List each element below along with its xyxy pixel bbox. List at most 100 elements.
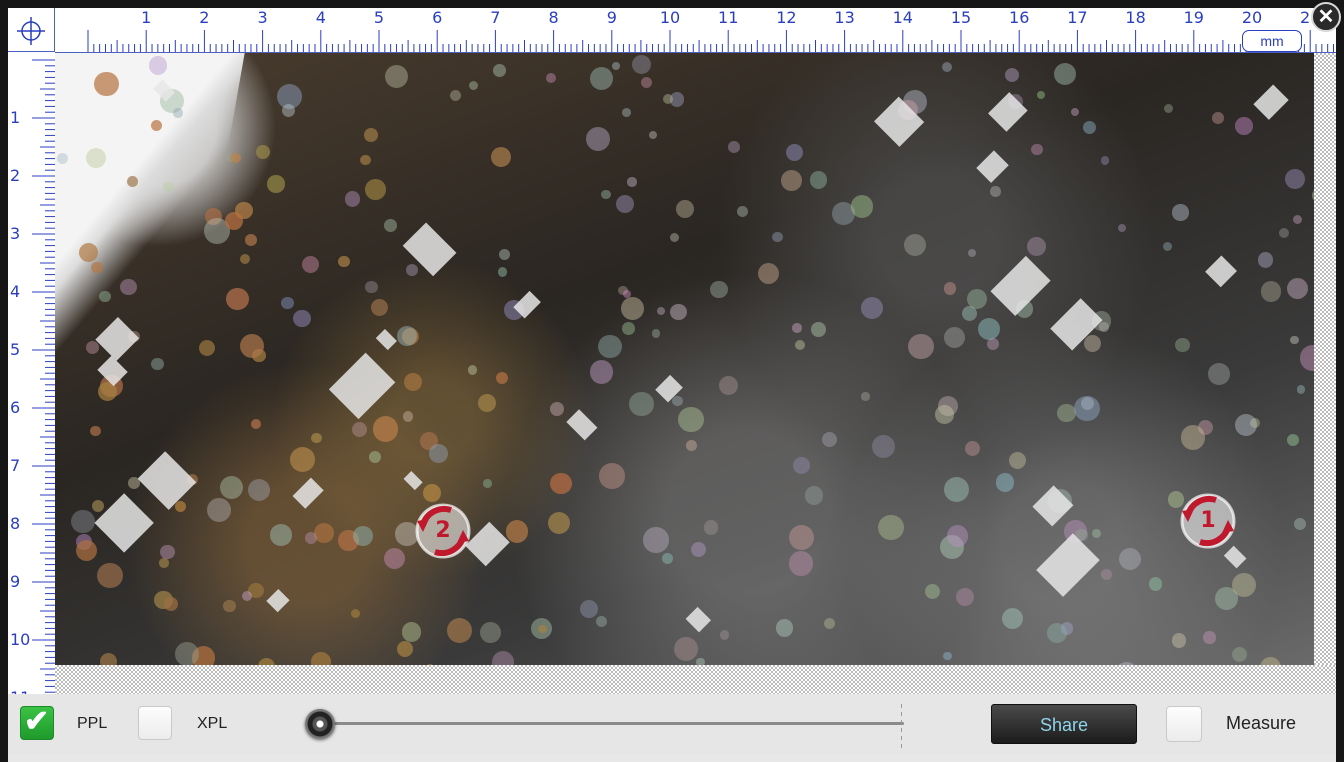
mineral-grain xyxy=(468,81,478,91)
mineral-grain xyxy=(267,175,285,193)
mineral-grain xyxy=(1148,577,1162,591)
mineral-grain xyxy=(383,548,405,570)
mineral-grain xyxy=(406,264,419,277)
close-icon: ✕ xyxy=(1317,6,1335,28)
mineral-grain xyxy=(599,463,625,489)
mineral-grain xyxy=(670,303,687,321)
close-button[interactable]: ✕ xyxy=(1311,2,1341,32)
mineral-grain xyxy=(788,524,815,551)
crystal xyxy=(1035,532,1100,597)
mineral-grain xyxy=(1119,547,1142,571)
xpl-checkbox[interactable] xyxy=(138,706,172,740)
mineral-grain xyxy=(1287,277,1309,299)
mineral-grain xyxy=(1284,168,1305,189)
mineral-grain xyxy=(1008,451,1027,470)
mineral-grain xyxy=(1070,107,1079,117)
ppl-checkbox[interactable]: ✔ xyxy=(20,705,54,740)
mineral-grain xyxy=(1047,623,1068,644)
mineral-grain xyxy=(1004,68,1020,83)
mineral-grain xyxy=(351,608,361,618)
ruler-label-x: 13 xyxy=(834,8,855,27)
mineral-grain xyxy=(943,477,969,503)
crystal xyxy=(685,607,711,632)
marker-number: 2 xyxy=(435,518,451,543)
mineral-grain xyxy=(397,640,414,657)
mineral-grain xyxy=(1260,281,1282,303)
mineral-grain xyxy=(224,211,244,231)
mineral-grain xyxy=(499,249,510,261)
mineral-grain xyxy=(90,425,101,437)
mineral-grain xyxy=(589,67,613,91)
mineral-grain xyxy=(793,457,811,475)
mineral-grain xyxy=(1180,425,1206,450)
marker-number: 1 xyxy=(1200,508,1216,533)
mineral-grain xyxy=(384,64,408,88)
mineral-grain xyxy=(686,440,697,451)
mineral-grain xyxy=(538,624,547,633)
mineral-grain xyxy=(1001,607,1023,629)
mineral-grain xyxy=(1234,413,1257,436)
ruler-label-x: 15 xyxy=(950,8,972,27)
ruler-label-x: 19 xyxy=(1183,8,1204,27)
xpl-label: XPL xyxy=(197,715,228,732)
mineral-grain xyxy=(1212,112,1224,124)
mineral-grain xyxy=(401,622,422,642)
ruler-label-x: 9 xyxy=(606,8,617,27)
unit-badge[interactable]: mm xyxy=(1242,30,1302,52)
mineral-grain xyxy=(977,317,1000,340)
mineral-grain xyxy=(990,186,1001,198)
mineral-grain xyxy=(490,146,512,167)
mineral-grain xyxy=(622,321,636,335)
mineral-grain xyxy=(643,527,669,553)
mineral-grain xyxy=(352,422,368,438)
viewer-panel: 12345678910111213141516171819202122 mm 1… xyxy=(8,8,1336,762)
rotation-slider-track[interactable] xyxy=(308,722,904,725)
ruler-label-x: 18 xyxy=(1125,8,1146,27)
mineral-grain xyxy=(718,375,738,395)
thin-section-image[interactable]: 1 2 xyxy=(55,53,1314,665)
mineral-grain xyxy=(429,443,448,463)
mineral-grain xyxy=(244,233,257,246)
mineral-grain xyxy=(372,415,399,442)
crystal xyxy=(990,256,1051,317)
mineral-grain xyxy=(995,473,1015,492)
mineral-grain xyxy=(1203,631,1216,644)
rotation-marker-2[interactable]: 2 xyxy=(411,499,475,563)
rotation-marker-1[interactable]: 1 xyxy=(1176,489,1240,553)
mineral-grain xyxy=(384,219,397,232)
mineral-grain xyxy=(943,327,966,349)
rotation-slider-thumb[interactable] xyxy=(305,709,335,739)
mineral-grain xyxy=(242,590,253,601)
mineral-grain xyxy=(223,599,236,612)
mineral-grain xyxy=(293,309,312,328)
share-button[interactable]: Share xyxy=(991,704,1137,744)
mineral-grain xyxy=(493,64,506,77)
ppl-label: PPL xyxy=(77,715,108,732)
mineral-grain xyxy=(1293,214,1303,225)
mineral-grain xyxy=(477,393,496,412)
mineral-grain xyxy=(495,372,508,385)
mineral-grain xyxy=(589,359,614,384)
ruler-label-x: 1 xyxy=(141,8,152,27)
mineral-grain xyxy=(370,299,388,317)
mineral-grain xyxy=(672,396,683,407)
mineral-grain xyxy=(163,596,178,611)
mineral-grain xyxy=(674,636,699,661)
ruler-label-x: 17 xyxy=(1067,8,1088,27)
mineral-grain xyxy=(690,541,707,558)
mineral-grain xyxy=(1232,573,1257,598)
mineral-grain xyxy=(163,181,174,193)
ruler-label-y: 4 xyxy=(10,282,21,301)
mineral-grain xyxy=(1100,569,1112,580)
mineral-grain xyxy=(728,141,740,154)
crystal xyxy=(566,408,598,440)
ruler-label-y: 10 xyxy=(10,630,31,649)
mineral-grain xyxy=(199,340,216,357)
ruler-label-y: 7 xyxy=(10,456,21,475)
measure-checkbox[interactable] xyxy=(1166,706,1202,742)
mineral-grain xyxy=(547,512,570,535)
mineral-grain xyxy=(956,587,975,607)
checkmark-icon: ✔ xyxy=(24,705,50,738)
crystal xyxy=(375,329,397,350)
mineral-grain xyxy=(344,191,361,207)
